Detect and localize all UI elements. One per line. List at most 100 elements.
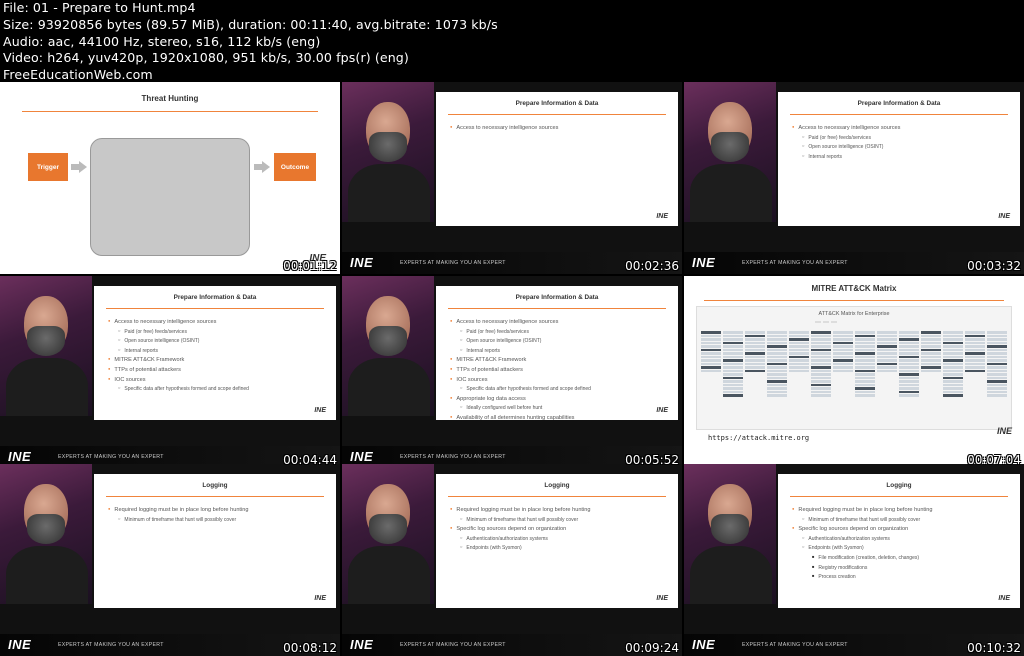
bullet-item: Specific log sources depend on organizat… xyxy=(450,524,590,534)
matrix-cell xyxy=(855,352,875,355)
matrix-column xyxy=(701,331,721,425)
matrix-cell xyxy=(855,359,875,362)
matrix-cell xyxy=(899,352,919,355)
matrix-cell xyxy=(701,366,721,369)
matrix-cell xyxy=(789,348,809,351)
video-thumbnail[interactable]: Prepare Information & Data Access to nece… xyxy=(684,82,1024,274)
title-divider xyxy=(106,308,324,309)
matrix-cell xyxy=(877,348,897,351)
title-divider xyxy=(106,496,324,497)
video-thumbnail[interactable]: Prepare Information & Data Access to nece… xyxy=(0,276,340,468)
ine-tagline: EXPERTS AT MAKING YOU AN EXPERT xyxy=(742,260,848,266)
bullet-item: Open source intelligence (OSINT) xyxy=(450,336,591,346)
bullet-item: Endpoints (with Sysmon) xyxy=(450,543,590,553)
bullet-item: TTPs of potential attackers xyxy=(108,365,249,375)
timestamp: 00:07:04 xyxy=(967,453,1021,467)
bullet-item: Availability of all determines hunting c… xyxy=(450,413,591,423)
matrix-cell xyxy=(943,376,963,379)
video-thumbnail[interactable]: Logging Required logging must be in place… xyxy=(684,464,1024,656)
matrix-cell xyxy=(855,387,875,390)
matrix-cell xyxy=(723,376,743,379)
matrix-cell xyxy=(899,359,919,362)
matrix-cell xyxy=(987,387,1007,390)
matrix-cell xyxy=(899,362,919,365)
slide: Prepare Information & Data Access to nece… xyxy=(94,286,336,420)
bullet-item: Open source intelligence (OSINT) xyxy=(108,336,249,346)
matrix-cell xyxy=(855,383,875,386)
bullet-item: Access to necessary intelligence sources xyxy=(792,123,900,133)
matrix-cell xyxy=(965,369,985,372)
video-thumbnail[interactable]: Prepare Information & Data Access to nece… xyxy=(342,276,682,468)
video-thumbnail[interactable]: MITRE ATT&CK Matrix ATT&CK Matrix for En… xyxy=(684,276,1024,468)
matrix-cell xyxy=(965,341,985,344)
matrix-cell xyxy=(899,387,919,390)
matrix-cell xyxy=(745,362,765,365)
bullet-item: Specific log sources depend on organizat… xyxy=(792,524,932,534)
matrix-column xyxy=(921,331,941,425)
matrix-cell xyxy=(899,390,919,393)
matrix-cell xyxy=(943,355,963,358)
matrix-cell xyxy=(833,331,853,334)
matrix-cell xyxy=(789,331,809,334)
matrix-cell xyxy=(767,362,787,365)
matrix-cell xyxy=(811,345,831,348)
arrow-stem-left xyxy=(71,164,79,170)
outcome-box: Outcome xyxy=(274,153,316,181)
bullet-item: IOC sources xyxy=(108,375,249,385)
bullet-item: Required logging must be in place long b… xyxy=(108,505,248,515)
matrix-cell xyxy=(855,355,875,358)
matrix-cell xyxy=(987,345,1007,348)
matrix-cell xyxy=(701,362,721,365)
matrix-cell xyxy=(767,380,787,383)
arrow-right-icon xyxy=(262,161,270,173)
matrix-cell xyxy=(701,331,721,334)
matrix-tabs xyxy=(815,321,837,323)
timestamp: 00:09:24 xyxy=(625,641,679,655)
matrix-cell xyxy=(987,369,1007,372)
matrix-cell xyxy=(811,348,831,351)
matrix-title: ATT&CK Matrix for Enterprise xyxy=(818,311,890,317)
matrix-cell xyxy=(833,366,853,369)
matrix-cell xyxy=(811,331,831,334)
slide: Prepare Information & Data Access to nece… xyxy=(778,92,1020,226)
bullet-item: IOC sources xyxy=(450,375,591,385)
slide-title: Prepare Information & Data xyxy=(515,100,599,107)
video-thumbnail[interactable]: Logging Required logging must be in place… xyxy=(0,464,340,656)
bullet-item: Ideally configured well before hunt xyxy=(450,403,591,413)
matrix-cell xyxy=(811,362,831,365)
bullet-item: Appropriate log data access xyxy=(450,394,591,404)
presenter-video xyxy=(0,464,92,604)
presenter-video xyxy=(342,464,434,604)
title-divider xyxy=(790,114,1008,115)
matrix-cell xyxy=(899,338,919,341)
matrix-cell xyxy=(877,334,897,337)
matrix-cell xyxy=(701,348,721,351)
matrix-cell xyxy=(723,338,743,341)
matrix-cell xyxy=(723,387,743,390)
matrix-grid xyxy=(701,331,1007,425)
bullet-item: Internal reports xyxy=(450,346,591,356)
matrix-cell xyxy=(943,387,963,390)
matrix-cell xyxy=(811,376,831,379)
matrix-cell xyxy=(767,338,787,341)
matrix-cell xyxy=(745,341,765,344)
ine-footer-logo: INE xyxy=(350,637,374,652)
title-divider xyxy=(448,114,666,115)
matrix-cell xyxy=(745,355,765,358)
video-thumbnail[interactable]: Prepare Information & Data Access to nece… xyxy=(342,82,682,274)
slide-title: Prepare Information & Data xyxy=(857,100,941,107)
timestamp: 00:08:12 xyxy=(283,641,337,655)
process-box xyxy=(90,138,250,256)
matrix-cell xyxy=(921,366,941,369)
matrix-screenshot: ATT&CK Matrix for Enterprise xyxy=(696,306,1012,430)
matrix-cell xyxy=(701,345,721,348)
video-thumbnail[interactable]: Logging Required logging must be in place… xyxy=(342,464,682,656)
video-thumbnail[interactable]: Threat Hunting Trigger Outcome INE 00:01… xyxy=(0,82,340,274)
audio-info-line: Audio: aac, 44100 Hz, stereo, s16, 112 k… xyxy=(3,33,321,49)
bullet-item: Authentication/authorization systems xyxy=(792,534,932,544)
presenter-video xyxy=(342,276,434,416)
matrix-cell xyxy=(767,331,787,334)
bullet-item: Specific data after hypothesis formed an… xyxy=(108,384,249,394)
matrix-cell xyxy=(943,345,963,348)
slide-title: Prepare Information & Data xyxy=(173,294,257,301)
